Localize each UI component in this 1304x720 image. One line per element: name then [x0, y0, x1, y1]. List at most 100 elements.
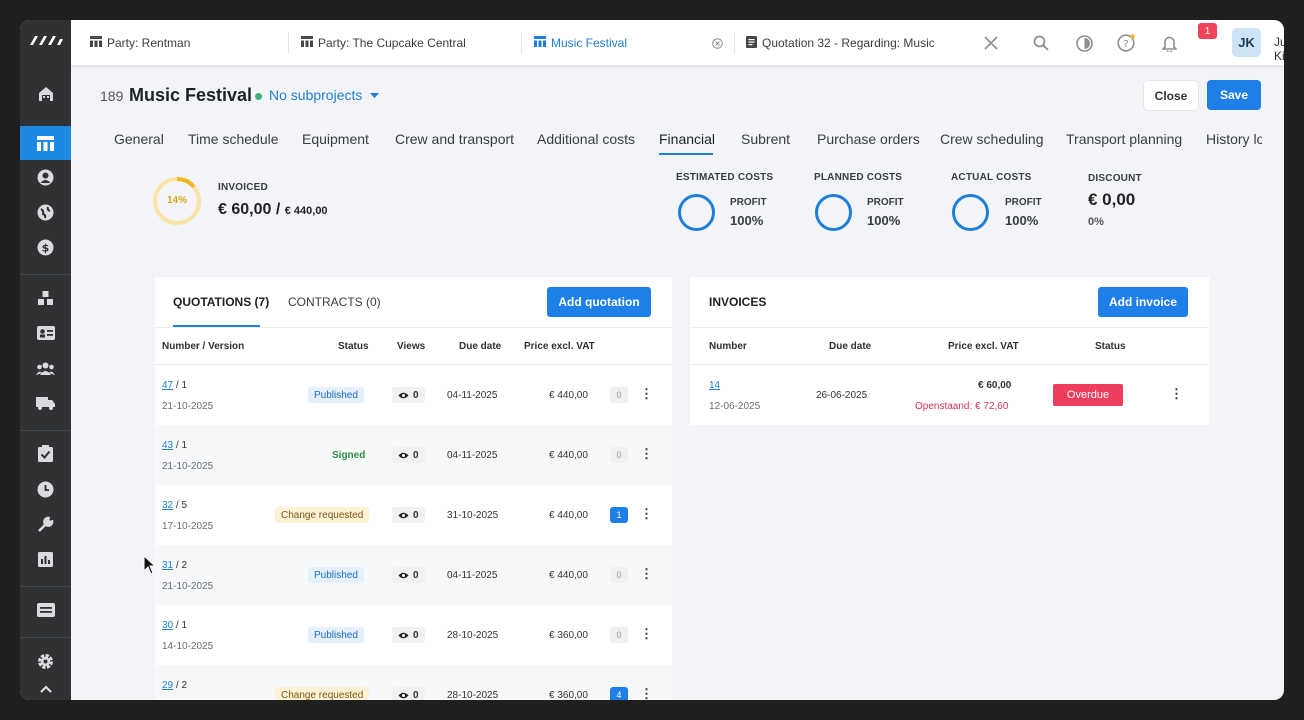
quotation-price: € 360,00 — [549, 630, 588, 641]
tab-music-festival[interactable]: Music Festival — [534, 20, 684, 66]
comment-count[interactable]: 0 — [610, 567, 628, 583]
tab-quotations[interactable]: QUOTATIONS (7) — [173, 295, 269, 309]
views-value: 0 — [413, 509, 419, 521]
col-invoice-price[interactable]: Price excl. VAT — [948, 341, 1019, 352]
actual-costs-label: ACTUAL COSTS — [951, 172, 1032, 183]
table-icon — [534, 36, 546, 50]
tab-crew-scheduling[interactable]: Crew scheduling — [940, 131, 1044, 147]
tab-time-schedule[interactable]: Time schedule — [188, 131, 279, 147]
contacts-icon[interactable] — [20, 160, 71, 194]
quotation-number-link[interactable]: 32 — [162, 500, 173, 511]
clock-icon[interactable] — [20, 472, 71, 506]
more-options-icon[interactable]: ⋮ — [640, 386, 653, 402]
equipment-icon[interactable] — [20, 281, 71, 315]
subprojects-dropdown[interactable]: No subprojects — [269, 87, 380, 103]
tab-additional-costs[interactable]: Additional costs — [537, 131, 635, 147]
truck-icon[interactable] — [20, 386, 71, 420]
comment-count[interactable]: 1 — [610, 507, 628, 523]
home-icon[interactable] — [20, 77, 71, 111]
tab-transport-planning[interactable]: Transport planning — [1066, 131, 1182, 147]
col-invoice-number[interactable]: Number — [709, 341, 747, 352]
save-button[interactable]: Save — [1207, 80, 1261, 110]
sidebar: $ — [20, 20, 71, 700]
avatar[interactable]: JK — [1232, 28, 1261, 57]
planned-profit-value: 100% — [867, 213, 901, 228]
close-all-icon[interactable] — [978, 30, 1004, 56]
notification-badge: 1 — [1198, 23, 1217, 39]
tab-equipment[interactable]: Equipment — [302, 131, 369, 147]
people-icon[interactable] — [20, 351, 71, 385]
wrench-icon[interactable] — [20, 507, 71, 541]
status-badge: Overdue — [1053, 384, 1123, 406]
active-tab-underline — [659, 153, 713, 155]
tab-subrent[interactable]: Subrent — [741, 131, 790, 147]
add-quotation-button[interactable]: Add quotation — [547, 287, 651, 317]
invoice-outstanding: Openstaand: € 72,60 — [915, 401, 1009, 412]
col-due-date[interactable]: Due date — [459, 341, 501, 352]
add-invoice-button[interactable]: Add invoice — [1098, 287, 1188, 317]
crew-card-icon[interactable] — [20, 316, 71, 350]
quotation-number-link[interactable]: 29 — [162, 680, 173, 691]
quotation-number-link[interactable]: 30 — [162, 620, 173, 631]
quotation-number-link[interactable]: 31 — [162, 560, 173, 571]
quotation-number-link[interactable]: 43 — [162, 440, 173, 451]
comment-count[interactable]: 4 — [610, 687, 628, 700]
messages-icon[interactable] — [20, 593, 71, 627]
tasks-icon[interactable] — [20, 436, 71, 470]
views-value: 0 — [413, 629, 419, 641]
search-icon[interactable] — [1028, 30, 1054, 56]
tab-party-rentman[interactable]: Party: Rentman — [90, 20, 270, 66]
tab-label: Music Festival — [551, 36, 628, 50]
comment-count[interactable]: 0 — [610, 627, 628, 643]
col-number-version[interactable]: Number / Version — [162, 341, 244, 352]
invoiced-total: € 440,00 — [284, 205, 328, 217]
more-options-icon[interactable]: ⋮ — [640, 626, 653, 642]
comment-count[interactable]: 0 — [610, 447, 628, 463]
invoice-number-link[interactable]: 14 — [709, 380, 720, 391]
projects-icon[interactable] — [20, 126, 71, 160]
more-options-icon[interactable]: ⋮ — [640, 566, 653, 582]
col-status[interactable]: Status — [338, 341, 369, 352]
more-options-icon[interactable]: ⋮ — [640, 446, 653, 462]
user-name[interactable]: Junoh Kim — [1274, 35, 1284, 63]
tab-party-cupcake[interactable]: Party: The Cupcake Central — [301, 20, 501, 66]
col-invoice-due-date[interactable]: Due date — [829, 341, 871, 352]
more-options-icon[interactable]: ⋮ — [640, 686, 653, 700]
activity-icon[interactable] — [1071, 30, 1097, 56]
tab-history[interactable]: History lo — [1206, 131, 1262, 147]
col-views[interactable]: Views — [397, 341, 425, 352]
rentman-logo[interactable] — [29, 33, 63, 47]
invoiced-amount: € 60,00 / € 440,00 — [218, 201, 328, 219]
quotation-number-link[interactable]: 47 — [162, 380, 173, 391]
actual-profit-ring — [952, 194, 989, 231]
quotation-version: / 1 — [175, 620, 188, 631]
tab-crew-transport[interactable]: Crew and transport — [395, 131, 514, 147]
tab-general[interactable]: General — [114, 131, 164, 147]
more-options-icon[interactable]: ⋮ — [640, 506, 653, 522]
estimated-profit-ring — [678, 194, 715, 231]
tab-purchase-orders[interactable]: Purchase orders — [817, 131, 920, 147]
finance-icon[interactable]: $ — [20, 230, 71, 264]
invoiced-value: € 60,00 / — [218, 201, 281, 218]
chevron-up-icon[interactable] — [20, 672, 71, 700]
reports-icon[interactable] — [20, 542, 71, 576]
invoiced-percentage: 14% — [166, 195, 187, 206]
quotation-price: € 360,00 — [549, 690, 588, 700]
quotation-date: 21-10-2025 — [162, 401, 214, 412]
tab-financial[interactable]: Financial — [659, 131, 715, 147]
comment-count[interactable]: 0 — [610, 387, 628, 403]
invoice-row[interactable] — [690, 365, 1209, 425]
close-button[interactable]: Close — [1144, 81, 1198, 110]
subprojects-label: No subprojects — [269, 87, 363, 103]
tab-quotation-32[interactable]: Quotation 32 - Regarding: Music F — [746, 20, 934, 66]
globe-icon[interactable] — [20, 195, 71, 229]
more-options-icon[interactable]: ⋮ — [1170, 386, 1183, 402]
tab-contracts[interactable]: CONTRACTS (0) — [288, 295, 381, 309]
bell-icon[interactable] — [1156, 30, 1182, 56]
tab-close-icon[interactable] — [704, 30, 730, 56]
col-invoice-status[interactable]: Status — [1095, 341, 1126, 352]
estimated-profit-value: 100% — [730, 213, 764, 228]
col-price[interactable]: Price excl. VAT — [524, 341, 595, 352]
page-title: Music Festival — [129, 85, 253, 105]
help-icon[interactable]: ? — [1113, 30, 1139, 56]
